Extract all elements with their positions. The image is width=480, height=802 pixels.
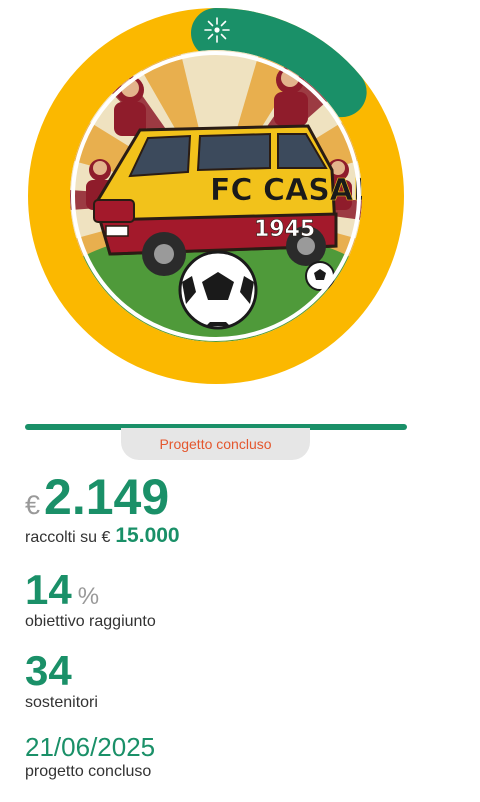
burst-icon <box>203 16 231 44</box>
percent-symbol: % <box>77 583 100 610</box>
football-icon <box>178 250 258 330</box>
goal-line: raccolti su € 15.000 <box>25 524 180 548</box>
percent-label: obiettivo raggiunto <box>25 613 156 630</box>
currency-symbol: € <box>25 490 41 520</box>
backers-count: 34 <box>25 647 72 694</box>
end-date: 21/06/2025 <box>25 732 156 762</box>
emblem-text-club: FC CASALE <box>210 173 362 208</box>
amount-raised: 2.149 <box>44 469 170 525</box>
end-label: progetto concluso <box>25 763 152 780</box>
percent-value: 14 <box>25 566 72 613</box>
goal-amount: 15.000 <box>115 524 180 547</box>
backers-label: sostenitori <box>25 694 98 711</box>
raised-prefix: raccolti su € <box>25 529 111 546</box>
status-badge: Progetto concluso <box>121 428 310 460</box>
percent-row: 14 % <box>25 566 99 614</box>
project-emblem-image: FC CASALE 1945 <box>70 50 362 342</box>
amount-raised-row: € 2.149 <box>25 468 169 526</box>
emblem-text-year: 1945 <box>254 217 315 242</box>
